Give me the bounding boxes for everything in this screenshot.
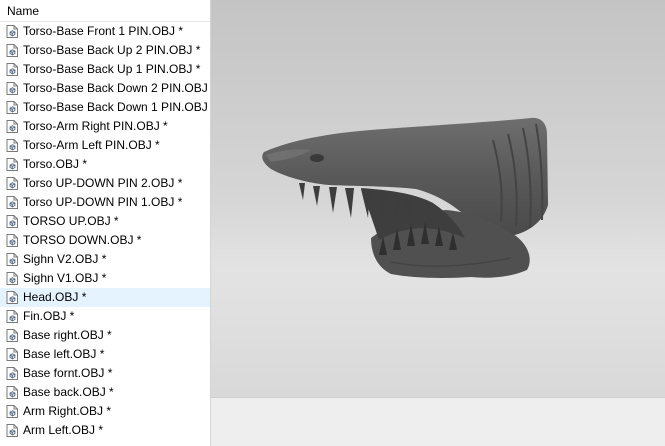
file-list-item[interactable]: Torso UP-DOWN PIN 1.OBJ *	[0, 193, 210, 212]
file-name-label: Arm Left.OBJ *	[23, 423, 104, 437]
obj-file-icon	[6, 272, 18, 285]
obj-file-icon	[6, 63, 18, 76]
file-list-item[interactable]: TORSO UP.OBJ *	[0, 212, 210, 231]
file-list-item[interactable]: Base left.OBJ *	[0, 345, 210, 364]
file-name-label: Torso UP-DOWN PIN 2.OBJ *	[23, 176, 183, 190]
file-name-label: Sighn V1.OBJ *	[23, 271, 107, 285]
file-name-label: Torso-Base Back Up 2 PIN.OBJ *	[23, 43, 201, 57]
obj-file-icon	[6, 310, 18, 323]
shark-head-model[interactable]	[211, 0, 665, 446]
obj-file-icon	[6, 253, 18, 266]
file-name-label: Torso-Base Back Down 2 PIN.OBJ *	[23, 81, 211, 95]
file-name-label: Base back.OBJ *	[23, 385, 114, 399]
file-list-item[interactable]: Torso-Base Back Up 1 PIN.OBJ *	[0, 60, 210, 79]
file-name-label: Torso-Base Back Down 1 PIN.OBJ *	[23, 100, 211, 114]
file-name-label: Arm Right.OBJ *	[23, 404, 112, 418]
file-name-label: Base right.OBJ *	[23, 328, 112, 342]
obj-file-icon	[6, 291, 18, 304]
file-list-item[interactable]: Torso-Arm Left PIN.OBJ *	[0, 136, 210, 155]
file-list-item[interactable]: Base right.OBJ *	[0, 326, 210, 345]
file-name-label: TORSO DOWN.OBJ *	[23, 233, 142, 247]
file-list-item[interactable]: Head.OBJ *	[0, 288, 210, 307]
name-column-header[interactable]: Name	[0, 0, 210, 22]
obj-file-icon	[6, 177, 18, 190]
file-list-item[interactable]: Torso-Base Front 1 PIN.OBJ *	[0, 22, 210, 41]
obj-file-icon	[6, 25, 18, 38]
file-list-item[interactable]: Torso.OBJ *	[0, 155, 210, 174]
obj-file-icon	[6, 196, 18, 209]
obj-file-icon	[6, 139, 18, 152]
file-list-panel: Name Torso-Base Front 1 PIN.OBJ * Torso-B…	[0, 0, 211, 446]
file-name-label: Base left.OBJ *	[23, 347, 105, 361]
file-list-item[interactable]: TORSO DOWN.OBJ *	[0, 231, 210, 250]
obj-file-icon	[6, 101, 18, 114]
file-name-label: Fin.OBJ *	[23, 309, 75, 323]
file-list: Torso-Base Front 1 PIN.OBJ * Torso-Base B…	[0, 22, 210, 440]
file-name-label: Head.OBJ *	[23, 290, 87, 304]
file-list-item[interactable]: Fin.OBJ *	[0, 307, 210, 326]
file-name-label: Torso-Arm Right PIN.OBJ *	[23, 119, 168, 133]
file-list-item[interactable]: Sighn V2.OBJ *	[0, 250, 210, 269]
file-name-label: Base fornt.OBJ *	[23, 366, 113, 380]
obj-file-icon	[6, 44, 18, 57]
obj-file-icon	[6, 424, 18, 437]
file-list-item[interactable]: Torso UP-DOWN PIN 2.OBJ *	[0, 174, 210, 193]
obj-file-icon	[6, 329, 18, 342]
file-list-item[interactable]: Torso-Base Back Down 1 PIN.OBJ *	[0, 98, 210, 117]
file-list-item[interactable]: Arm Left.OBJ *	[0, 421, 210, 440]
file-list-item[interactable]: Arm Right.OBJ *	[0, 402, 210, 421]
obj-file-icon	[6, 348, 18, 361]
3d-viewport[interactable]	[211, 0, 665, 446]
file-list-item[interactable]: Torso-Base Back Down 2 PIN.OBJ *	[0, 79, 210, 98]
file-list-item[interactable]: Base back.OBJ *	[0, 383, 210, 402]
obj-file-icon	[6, 82, 18, 95]
obj-file-icon	[6, 215, 18, 228]
obj-file-icon	[6, 367, 18, 380]
file-name-label: Torso.OBJ *	[23, 157, 88, 171]
file-name-label: Torso-Base Front 1 PIN.OBJ *	[23, 24, 184, 38]
file-list-item[interactable]: Sighn V1.OBJ *	[0, 269, 210, 288]
file-name-label: Sighn V2.OBJ *	[23, 252, 107, 266]
file-name-label: Torso-Base Back Up 1 PIN.OBJ *	[23, 62, 201, 76]
obj-file-icon	[6, 234, 18, 247]
file-list-item[interactable]: Torso-Arm Right PIN.OBJ *	[0, 117, 210, 136]
obj-file-icon	[6, 120, 18, 133]
file-name-label: TORSO UP.OBJ *	[23, 214, 119, 228]
obj-file-icon	[6, 158, 18, 171]
obj-file-icon	[6, 386, 18, 399]
file-name-label: Torso-Arm Left PIN.OBJ *	[23, 138, 160, 152]
file-name-label: Torso UP-DOWN PIN 1.OBJ *	[23, 195, 183, 209]
file-list-item[interactable]: Base fornt.OBJ *	[0, 364, 210, 383]
file-list-item[interactable]: Torso-Base Back Up 2 PIN.OBJ *	[0, 41, 210, 60]
obj-file-icon	[6, 405, 18, 418]
